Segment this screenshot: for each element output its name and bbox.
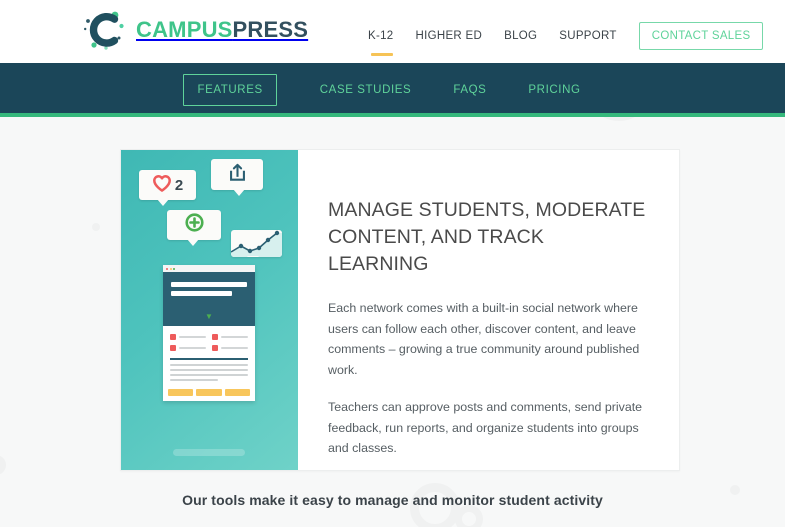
illustration-base-shadow xyxy=(173,449,245,456)
chevron-down-icon: ▼ xyxy=(205,312,213,321)
mock-footer-buttons xyxy=(163,384,255,401)
feature-heading: MANAGE STUDENTS, MODERATE CONTENT, AND T… xyxy=(328,199,646,275)
plus-circle-icon xyxy=(184,213,204,237)
subnav-item-features[interactable]: FEATURES xyxy=(183,74,277,106)
primary-navigation: K-12 HIGHER ED BLOG SUPPORT CONTACT SALE… xyxy=(368,22,764,56)
bubble-tail xyxy=(233,189,245,196)
logo-word-campus: CAMPUS xyxy=(136,17,233,42)
contact-sales-button[interactable]: CONTACT SALES xyxy=(638,22,764,50)
mock-titlebar xyxy=(163,265,255,272)
campuspress-c-logo-icon xyxy=(82,7,128,53)
heart-icon xyxy=(152,174,172,197)
logo-wordmark: CAMPUSPRESS xyxy=(136,7,308,53)
feature-card-text: MANAGE STUDENTS, MODERATE CONTENT, AND T… xyxy=(298,150,679,470)
bubble-tail xyxy=(247,256,259,257)
logo-word-press: PRESS xyxy=(232,17,309,42)
section-tagline: Our tools make it easy to manage and mon… xyxy=(182,492,603,508)
content-area: 2 ▼ MANAGE STUDENTS, MODERATE CONTENT, A… xyxy=(0,117,785,527)
decorative-dot-bottom-left xyxy=(0,455,6,475)
browser-window-mock: ▼ xyxy=(163,265,255,401)
feature-paragraph-1: Each network comes with a built-in socia… xyxy=(328,301,640,377)
secondary-navigation: FEATURES CASE STUDIES FAQS PRICING xyxy=(0,63,785,117)
nav-item-higher-ed[interactable]: HIGHER ED xyxy=(416,28,483,44)
subnav-item-faqs[interactable]: FAQS xyxy=(453,82,486,98)
nav-item-k12[interactable]: K-12 xyxy=(368,28,394,56)
decorative-ring-bottom-small xyxy=(455,505,483,527)
nav-item-blog[interactable]: BLOG xyxy=(504,28,537,44)
mock-hero: ▼ xyxy=(163,272,255,326)
decorative-dot-left xyxy=(92,223,100,231)
subnav-item-pricing[interactable]: PRICING xyxy=(528,82,580,98)
site-logo[interactable]: CAMPUSPRESS xyxy=(82,7,308,53)
chart-bubble xyxy=(231,230,282,257)
like-bubble: 2 xyxy=(139,170,196,206)
page-root: CAMPUSPRESS K-12 HIGHER ED BLOG SUPPORT … xyxy=(0,0,785,527)
mock-body xyxy=(163,326,255,381)
bubble-tail xyxy=(157,199,169,206)
decorative-ring-top xyxy=(586,117,652,121)
site-header: CAMPUSPRESS K-12 HIGHER ED BLOG SUPPORT … xyxy=(0,0,785,63)
share-upload-icon xyxy=(229,163,246,187)
add-bubble xyxy=(167,210,221,246)
feature-paragraph-2: Teachers can approve posts and comments,… xyxy=(328,400,643,455)
share-bubble xyxy=(211,159,263,196)
like-count: 2 xyxy=(174,176,184,194)
bubble-tail xyxy=(187,239,199,246)
feature-illustration: 2 ▼ xyxy=(121,150,298,470)
nav-item-support[interactable]: SUPPORT xyxy=(559,28,616,44)
feature-card: 2 ▼ MANAGE STUDENTS, MODERATE CONTENT, A… xyxy=(120,149,680,471)
subnav-item-case-studies[interactable]: CASE STUDIES xyxy=(320,82,412,98)
